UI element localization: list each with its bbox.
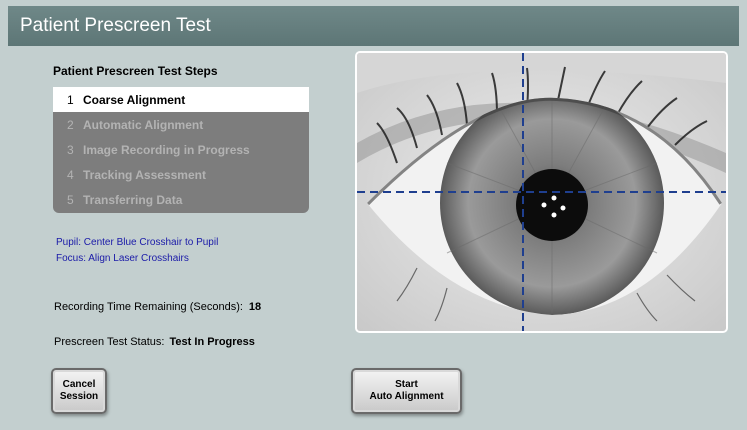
step-transferring-data: 5 Transferring Data [53, 187, 309, 212]
pupil-instruction: Pupil: Center Blue Crosshair to Pupil [56, 237, 219, 248]
step-label: Image Recording in Progress [83, 142, 250, 157]
steps-heading: Patient Prescreen Test Steps [53, 64, 218, 78]
test-status: Prescreen Test Status: Test In Progress [54, 336, 255, 348]
start-auto-alignment-button[interactable]: Start Auto Alignment [351, 368, 462, 414]
window-title: Patient Prescreen Test [8, 6, 739, 46]
eye-image [357, 53, 726, 331]
recording-time: Recording Time Remaining (Seconds): 18 [54, 301, 261, 313]
step-coarse-alignment: 1 Coarse Alignment [53, 87, 309, 112]
test-status-label: Prescreen Test Status: [54, 336, 165, 348]
step-label: Automatic Alignment [83, 117, 204, 132]
focus-instruction: Focus: Align Laser Crosshairs [56, 253, 189, 264]
main-panel: Patient Prescreen Test Steps 1 Coarse Al… [8, 46, 739, 424]
step-number: 5 [67, 192, 74, 207]
step-number: 2 [67, 117, 74, 132]
alignment-instructions: Pupil: Center Blue Crosshair to Pupil Fo… [56, 235, 218, 267]
step-number: 1 [67, 92, 74, 107]
step-label: Transferring Data [83, 192, 183, 207]
step-image-recording: 3 Image Recording in Progress [53, 137, 309, 162]
step-number: 3 [67, 142, 74, 157]
step-label: Tracking Assessment [83, 167, 206, 182]
recording-time-value: 18 [248, 301, 262, 313]
steps-list: 1 Coarse Alignment 2 Automatic Alignment… [53, 87, 309, 213]
cancel-session-button[interactable]: Cancel Session [51, 368, 107, 414]
step-tracking-assessment: 4 Tracking Assessment [53, 162, 309, 187]
eye-camera-view[interactable] [355, 51, 728, 333]
step-automatic-alignment: 2 Automatic Alignment [53, 112, 309, 137]
recording-time-label: Recording Time Remaining (Seconds): [54, 301, 243, 313]
test-status-value: Test In Progress [169, 336, 255, 348]
step-label: Coarse Alignment [83, 92, 186, 107]
step-number: 4 [67, 167, 74, 182]
